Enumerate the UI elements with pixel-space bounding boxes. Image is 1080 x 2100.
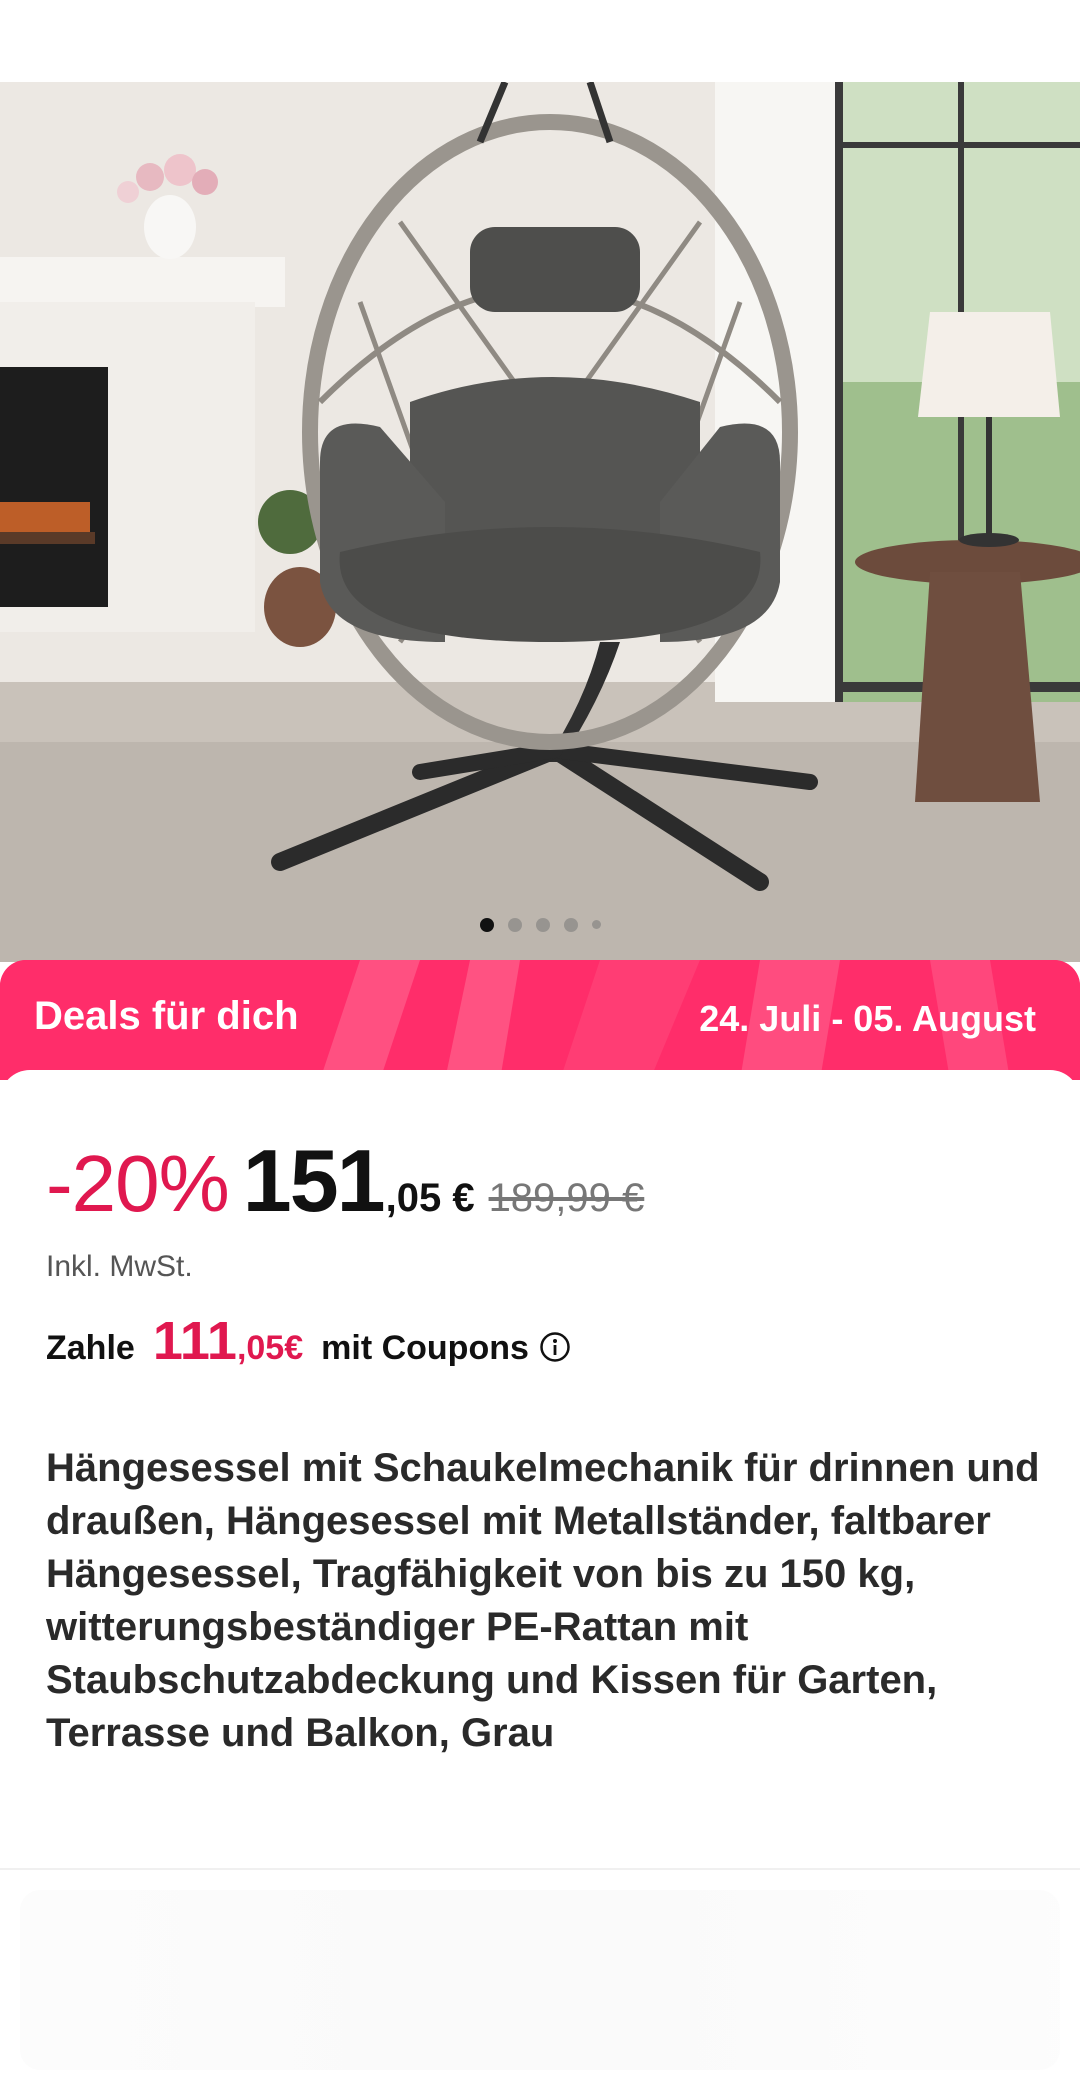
coupon-price-cents: ,05€ [236,1329,304,1367]
coupon-price-integer: 111 [152,1311,237,1371]
loading-placeholder [20,1890,1060,2070]
price-integer: 151 [242,1131,386,1230]
price-cents: ,05 € [385,1176,475,1220]
deals-date-range: 24. Juli - 05. August [699,998,1036,1039]
coupon-price-row[interactable]: Zahle 111 ,05€ mit Coupons [46,1310,571,1372]
coupon-prefix: Zahle [46,1329,135,1367]
deals-label: Deals für dich [34,994,299,1038]
gallery-pagination[interactable] [0,918,1080,932]
product-image-gallery[interactable] [0,82,1080,962]
coupon-suffix: mit Coupons [321,1329,529,1367]
gallery-dot-2[interactable] [507,918,522,932]
gallery-dot-1[interactable] [479,918,494,932]
vat-note: Inkl. MwSt. [46,1250,193,1283]
gallery-dot-5[interactable] [591,920,601,929]
section-divider [0,1868,1080,1870]
info-icon[interactable] [539,1331,571,1363]
gallery-dot-3[interactable] [535,918,550,932]
product-photo [0,82,1080,962]
old-price: 189,99 € [488,1176,645,1220]
product-title: Hängesessel mit Schaukelmechanik für dri… [46,1446,1040,1755]
product-page: Deals für dich 24. Juli - 05. August -20… [0,0,1080,2100]
product-info-card: -20% 151 ,05 € 189,99 € Inkl. MwSt. Zahl… [0,1070,1080,2100]
deals-banner[interactable]: Deals für dich 24. Juli - 05. August [0,960,1080,1080]
gallery-dot-4[interactable] [563,918,578,932]
discount-badge: -20% [46,1139,230,1228]
price-row: -20% 151 ,05 € 189,99 € [46,1130,644,1232]
